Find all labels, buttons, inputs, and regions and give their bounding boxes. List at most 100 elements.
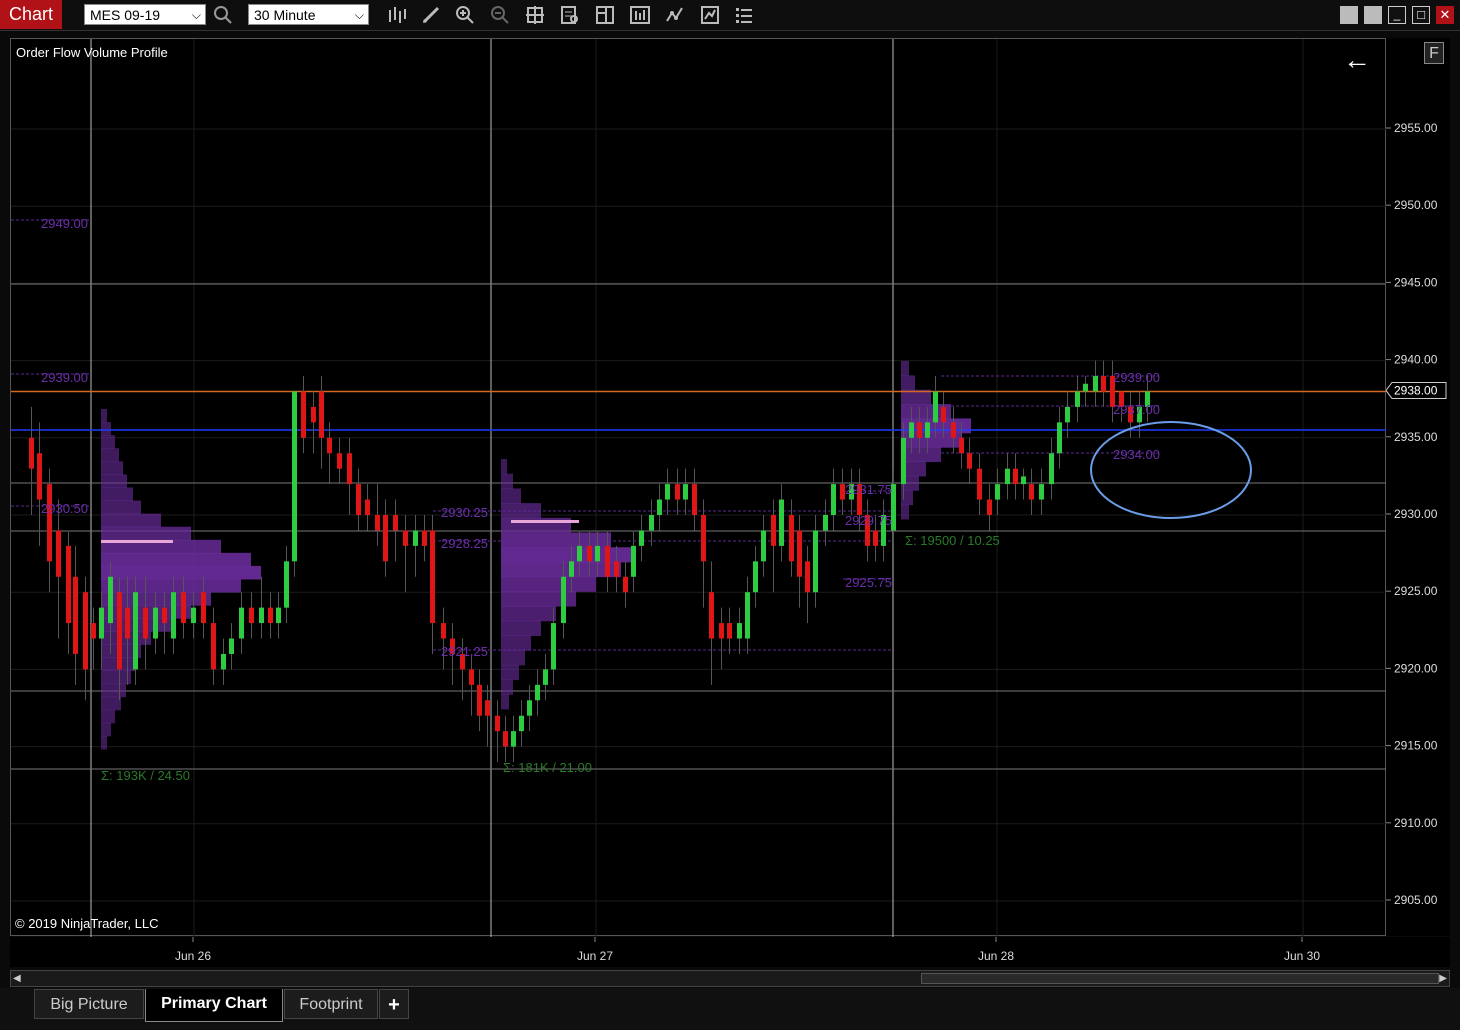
candle-down [201,592,206,624]
properties-icon[interactable] [594,4,616,26]
candle-up [284,561,289,608]
date-label: Jun 28 [978,949,1014,963]
bar-type-icon[interactable] [386,4,408,26]
candle-down [383,515,388,562]
candle-up [909,422,914,438]
minimize-button[interactable]: _ [1388,6,1406,24]
profile-label: 2934.00 [1113,447,1160,462]
crosshair-icon[interactable] [524,4,546,26]
candle-down [614,561,619,577]
candle-down [211,623,216,670]
candle-down [485,700,490,716]
candle-up [995,484,1000,500]
candle-up [561,576,566,624]
profile-bar [501,679,513,695]
interval-selector[interactable]: 30 Minute ⌵ [248,4,369,25]
candle-down [162,607,167,624]
tile-button[interactable] [1364,6,1382,24]
poc-bar [511,520,579,523]
tab-footprint[interactable]: Footprint [284,989,378,1019]
candle-down [675,484,680,500]
profile-bar [901,490,913,506]
list-icon[interactable] [733,4,755,26]
chart-plot-area[interactable]: 2949.00 2939.00 2930.50 Σ: 193K / 24.50 2930… [10,38,1387,937]
tab-big-picture[interactable]: Big Picture [34,989,144,1019]
candle-up [1039,484,1044,500]
profile-bar [101,487,133,502]
current-price-label: 2938.00 [1394,383,1438,397]
candle-down [623,576,628,593]
candle-up [527,700,532,716]
profile-bar [101,552,251,567]
candle-down [587,545,592,562]
profile-bar [101,683,126,698]
candle-up [1075,391,1080,407]
candle-down [430,530,435,624]
strategies-icon[interactable] [629,4,651,26]
scroll-right-icon[interactable]: ▶ [1439,973,1447,984]
candle-down [181,592,186,624]
candle-up [133,592,138,670]
candle-down [719,623,724,639]
profile-bar [501,606,556,622]
candle-up [639,530,644,546]
tab-primary-chart[interactable]: Primary Chart [145,989,283,1022]
candle-up [1083,383,1088,392]
profile-label: Σ: 181K / 21.00 [503,760,592,775]
data-box-icon[interactable] [559,4,581,26]
candle-down [727,623,732,639]
candle-down [951,422,956,438]
price-tick-label: 2905.00 [1394,893,1438,907]
candle-up [901,437,906,485]
poc-bar [101,540,173,543]
scroll-left-icon[interactable]: ◀ [13,973,21,984]
candle-down [117,592,122,670]
zoom-in-icon[interactable] [454,4,476,26]
candle-down [337,453,342,469]
date-label: Jun 26 [175,949,211,963]
scrollbar-thumb[interactable] [921,973,1439,984]
candle-down [469,669,474,685]
profile-bar [101,696,121,711]
maximize-button[interactable]: □ [1412,6,1430,24]
search-icon[interactable] [212,4,234,26]
back-arrow-icon[interactable]: ← [1343,45,1371,75]
candle-up [569,561,574,577]
close-button[interactable]: ✕ [1436,6,1454,24]
candle-down [66,545,71,624]
time-axis[interactable]: Jun 26 Jun 27 Jun 28 Jun 30 [10,937,1450,967]
float-button[interactable]: F [1424,42,1444,64]
candle-up [221,653,226,670]
price-chart[interactable]: 2949.00 2939.00 2930.50 Σ: 193K / 24.50 2930… [11,39,1387,937]
chevron-down-icon: ⌵ [354,8,364,22]
profile-label: 2928.25 [441,536,488,551]
drawing-tools-icon[interactable] [420,4,442,26]
candle-down [701,515,706,562]
profile-bar [501,547,631,563]
restore-button[interactable] [1340,6,1358,24]
candle-down [56,530,61,577]
indicator-title: Order Flow Volume Profile [16,45,168,60]
candle-down [441,623,446,639]
profile-bar [101,435,115,449]
profile-bar [501,694,509,710]
horizontal-scrollbar[interactable]: ◀ ▶ [10,970,1450,987]
instrument-selector[interactable]: MES 09-19 ⌵ [84,4,206,25]
profile-bar [101,409,107,423]
candle-up [511,731,516,747]
price-axis[interactable]: 2955.00 2950.00 2945.00 2940.00 2935.00 2930.… [1386,38,1450,936]
interval-value: 30 Minute [254,7,316,23]
profile-bar [901,447,941,463]
price-tick-label: 2915.00 [1394,739,1438,753]
templates-icon[interactable] [699,4,721,26]
indicators-icon[interactable] [664,4,686,26]
profile-bar [101,670,131,685]
zoom-out-icon[interactable] [489,4,511,26]
add-tab-button[interactable]: + [379,989,409,1019]
profile-bar [901,375,915,391]
candle-up [683,484,688,500]
candle-down [393,515,398,531]
candle-up [745,592,750,639]
candle-down [917,422,922,438]
candle-up [649,515,654,531]
